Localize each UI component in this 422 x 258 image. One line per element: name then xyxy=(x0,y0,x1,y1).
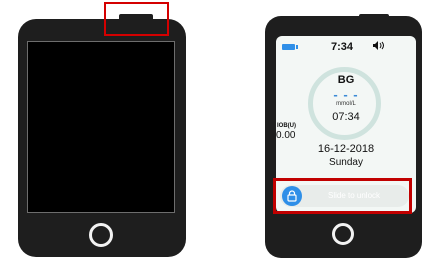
sound-icon xyxy=(373,41,385,52)
slider-highlight xyxy=(273,178,412,214)
home-button[interactable] xyxy=(89,223,113,247)
bg-value: - - - xyxy=(333,87,359,102)
bg-label: BG xyxy=(337,74,355,86)
bg-time: 07:34 xyxy=(332,111,360,123)
date-text: 16-12-2018 xyxy=(317,143,375,155)
status-time: 7:34 xyxy=(331,41,354,53)
battery-icon xyxy=(282,44,298,50)
status-bar: 7:34 xyxy=(276,36,416,58)
power-button-highlight xyxy=(104,2,169,36)
home-button[interactable] xyxy=(332,223,354,245)
blank-screen xyxy=(27,41,175,213)
iob-label: IOB(U) xyxy=(277,123,296,129)
bg-unit: mmol/L xyxy=(336,101,356,107)
iob-value: 0.00 xyxy=(276,130,296,141)
day-text: Sunday xyxy=(329,157,363,168)
